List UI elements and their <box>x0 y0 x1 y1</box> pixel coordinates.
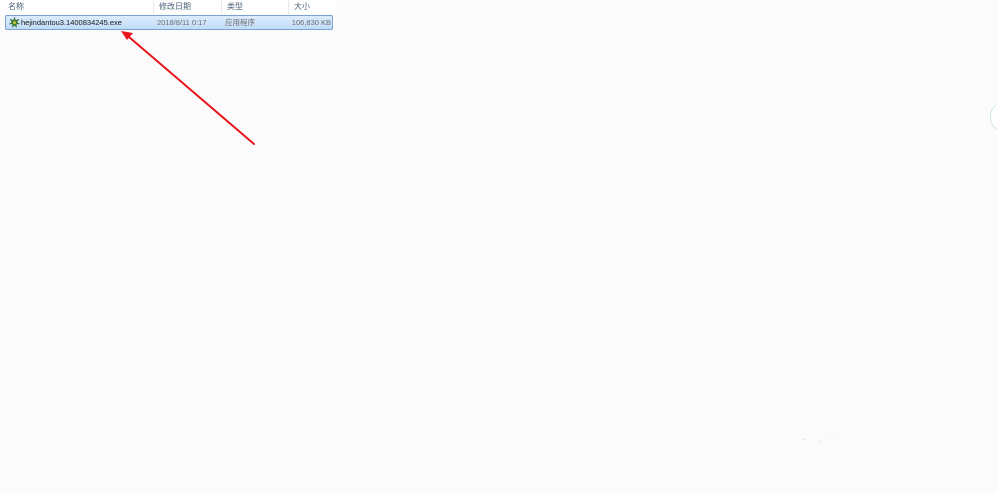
decorative-dot <box>818 441 820 442</box>
annotation-layer <box>121 31 255 145</box>
decorative-dot <box>803 439 805 440</box>
decorative-dot <box>831 438 833 439</box>
red-arrow-icon <box>121 31 255 145</box>
